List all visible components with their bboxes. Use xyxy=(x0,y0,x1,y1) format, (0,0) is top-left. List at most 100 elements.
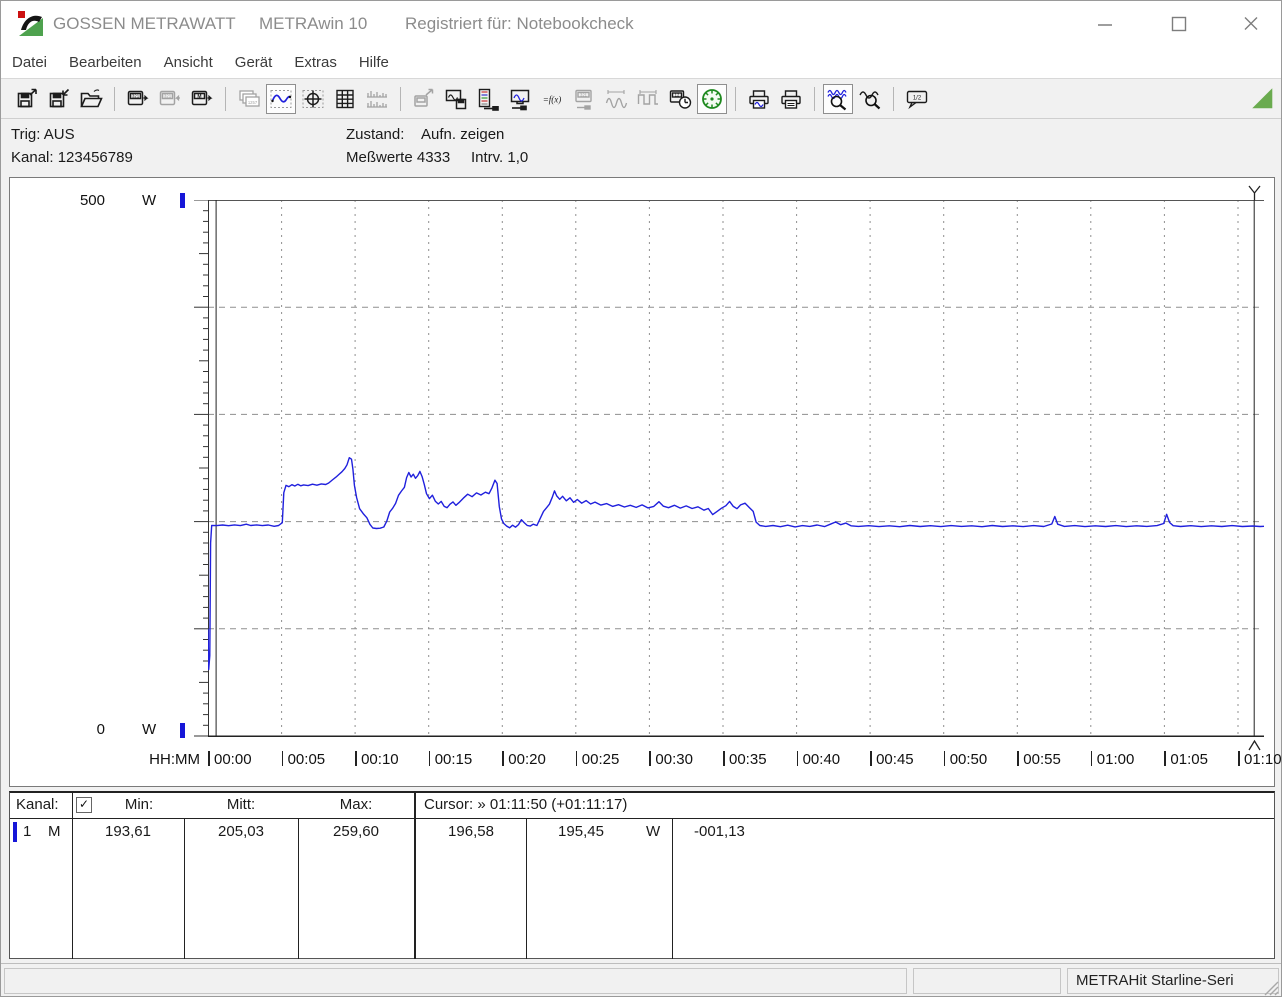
print-preview-button[interactable] xyxy=(744,84,774,114)
live-gauge-button[interactable] xyxy=(697,83,727,114)
save-button[interactable] xyxy=(44,84,74,114)
status-panel-device: METRAHit Starline-Seri xyxy=(1067,968,1279,994)
cursor-header: Cursor: » 01:11:50 (+01:11:17) xyxy=(424,796,628,813)
brand-triangle-icon xyxy=(1249,85,1275,116)
toolbar-separator xyxy=(225,86,226,111)
status-panel-message xyxy=(4,968,907,994)
max-header: Max: xyxy=(339,796,373,813)
x-tick-mark xyxy=(1090,751,1093,766)
x-tick-mark xyxy=(1164,751,1166,766)
xy-view-button[interactable] xyxy=(298,84,328,114)
channel-status: Kanal: 123456789 xyxy=(11,149,133,166)
y-axis-unit-bottom: W xyxy=(142,721,157,738)
read-device-button[interactable]: 321 xyxy=(123,84,153,114)
interval-clock-button[interactable]: 12 xyxy=(665,84,695,114)
x-tick-label: 00:50 xyxy=(949,751,988,768)
cursor1-value: 196,58 xyxy=(448,823,494,840)
multi-display-button: 1257 xyxy=(234,84,264,114)
x-tick-label: 00:35 xyxy=(729,751,767,768)
x-tick-mark xyxy=(502,751,504,766)
svg-text:1/2: 1/2 xyxy=(913,95,922,101)
x-tick-mark xyxy=(943,751,946,766)
table-view-button[interactable] xyxy=(330,84,360,114)
cursor-top-handle-icon[interactable] xyxy=(1248,185,1261,205)
registered-for: Registriert für: Notebookcheck xyxy=(405,14,634,33)
x-tick-label: 00:20 xyxy=(508,751,546,768)
x-tick-label: 01:00 xyxy=(1096,751,1135,768)
svg-text:1257: 1257 xyxy=(248,99,258,104)
export-device-button xyxy=(409,84,439,114)
value-callout-button[interactable]: 1/2 xyxy=(902,84,932,114)
menu-hilfe[interactable]: Hilfe xyxy=(348,50,400,75)
column-divider xyxy=(672,818,673,959)
histogram-view-button xyxy=(362,84,392,114)
metrawin-window: GOSSEN METRAWATT METRAwin 10 Registriert… xyxy=(0,0,1282,997)
x-tick-mark xyxy=(281,751,284,766)
x-tick-label: 00:10 xyxy=(361,751,399,768)
zoom-out-button[interactable] xyxy=(855,84,885,114)
svg-text:321: 321 xyxy=(132,93,140,98)
x-tick-label: 00:00 xyxy=(214,751,252,768)
status-bar: METRAHit Starline-Seri xyxy=(1,963,1281,996)
device-config-button: 321 xyxy=(569,84,599,114)
toolbar: 321 321 M 1257 =f(x) 321 12 1/2 xyxy=(1,78,1281,119)
x-tick-mark xyxy=(1238,751,1240,766)
x-tick-label: 00:15 xyxy=(434,751,473,768)
brand-name: GOSSEN METRAWATT xyxy=(53,14,236,33)
x-tick-mark xyxy=(208,751,210,766)
svg-text:12: 12 xyxy=(675,92,680,97)
menu-ansicht[interactable]: Ansicht xyxy=(153,50,224,75)
print-button[interactable] xyxy=(776,84,806,114)
x-tick-mark xyxy=(649,751,651,766)
toolbar-separator xyxy=(735,86,736,111)
channel-color-marker-bottom xyxy=(180,723,185,738)
save-as-button[interactable] xyxy=(12,84,42,114)
toolbar-separator xyxy=(114,86,115,111)
x-axis-unit-label: HH:MM xyxy=(149,751,200,768)
x-tick-label: 00:30 xyxy=(655,751,693,768)
menu-geraet[interactable]: Gerät xyxy=(224,50,284,75)
channel-visible-checkbox[interactable]: ✓ xyxy=(76,797,92,813)
x-tick-label: 00:40 xyxy=(802,751,841,768)
trigger-status: Trig: AUS xyxy=(11,126,75,143)
table-header-divider xyxy=(10,818,1274,819)
device-monitor-button[interactable] xyxy=(505,84,535,114)
svg-text:321: 321 xyxy=(580,92,588,97)
zoom-in-button[interactable] xyxy=(823,83,853,114)
menu-extras[interactable]: Extras xyxy=(283,50,348,75)
formula-button[interactable]: =f(x) xyxy=(537,84,567,114)
curve-view-button[interactable] xyxy=(266,83,296,114)
mitt-header: Mitt: xyxy=(226,796,256,813)
svg-text:=f(x): =f(x) xyxy=(543,94,562,104)
menu-datei[interactable]: Datei xyxy=(1,50,58,75)
read-memory-button[interactable]: M xyxy=(187,84,217,114)
store-device-button[interactable] xyxy=(441,84,471,114)
close-button[interactable] xyxy=(1242,16,1260,32)
menu-bearbeiten[interactable]: Bearbeiten xyxy=(58,50,153,75)
status-panel-extra xyxy=(913,968,1061,994)
title-bar: GOSSEN METRAWATT METRAwin 10 Registriert… xyxy=(1,1,1281,47)
app-title: METRAwin 10 xyxy=(259,14,368,33)
resize-grip-icon[interactable] xyxy=(1263,980,1279,996)
y-axis-unit-top: W xyxy=(142,192,157,209)
state-label: Zustand: xyxy=(346,126,405,143)
x-axis-labels: HH:MM 00:00 00:05 00:10 00:15 00:20 00:25 00:3… xyxy=(10,751,1281,771)
y-axis-max-label: 500 xyxy=(79,192,105,209)
mitt-value: 205,03 xyxy=(218,823,264,840)
plot-area[interactable] xyxy=(208,200,1264,737)
cursor2-value: 195,45 xyxy=(558,823,604,840)
state-value: Aufn. zeigen xyxy=(421,126,505,143)
measurement-info-bar: Trig: AUS Kanal: 123456789 Zustand: Aufn… xyxy=(1,119,1281,177)
sample-interval: Intrv. 1,0 xyxy=(471,149,529,166)
column-divider xyxy=(414,793,416,959)
x-tick-label: 01:10 xyxy=(1244,751,1282,768)
open-button[interactable] xyxy=(76,84,106,114)
chart-panel: 500 W 0 W HH:MM 00:00 00:05 00:10 00:15 00:2… xyxy=(9,177,1281,787)
channel-setup-button[interactable] xyxy=(473,84,503,114)
x-tick-mark xyxy=(870,751,872,766)
minimize-button[interactable] xyxy=(1096,16,1114,32)
x-tick-label: 00:25 xyxy=(581,751,620,768)
max-value: 259,60 xyxy=(333,823,379,840)
maximize-button[interactable] xyxy=(1170,16,1188,32)
min-value: 193,61 xyxy=(105,823,151,840)
